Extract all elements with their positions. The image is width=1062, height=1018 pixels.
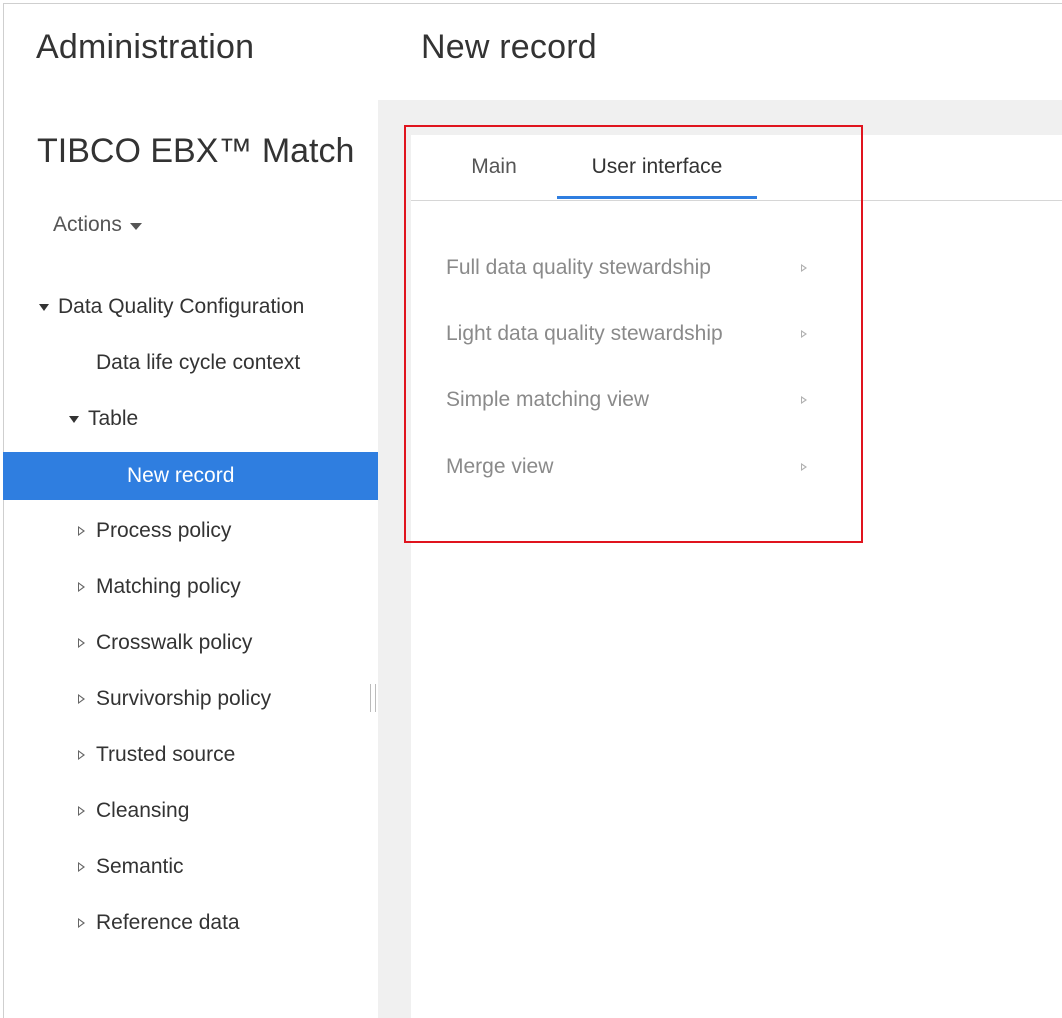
content-area: Main User interface Full data quality st… [378, 100, 1062, 1018]
tree-item-new-record[interactable]: New record [3, 452, 378, 500]
tree-item-matching-policy[interactable]: Matching policy [3, 563, 378, 611]
tree-item-data-quality-configuration[interactable]: Data Quality Configuration [3, 283, 378, 331]
expanded-triangle-icon[interactable] [39, 303, 49, 311]
caret-down-icon [129, 222, 142, 230]
collapsed-triangle-icon[interactable] [78, 694, 85, 704]
ui-item-light-data-quality-stewardship[interactable]: Light data quality stewardship [446, 314, 826, 354]
tree-item-label: Reference data [96, 911, 240, 934]
collapsed-triangle-icon[interactable] [78, 582, 85, 592]
tree-item-reference-data[interactable]: Reference data [3, 899, 378, 947]
tab-main[interactable]: Main [441, 155, 547, 199]
collapsed-triangle-icon[interactable] [78, 526, 85, 536]
ui-item-label: Full data quality stewardship [446, 256, 711, 279]
sidebar-resize-handle[interactable] [370, 684, 376, 712]
tree-item-survivorship-policy[interactable]: Survivorship policy [3, 675, 378, 723]
tree-item-semantic[interactable]: Semantic [3, 843, 378, 891]
tree-item-trusted-source[interactable]: Trusted source [3, 731, 378, 779]
app-name: TIBCO EBX™ Match [37, 132, 355, 170]
collapsed-triangle-icon[interactable] [78, 806, 85, 816]
ui-item-label: Merge view [446, 455, 554, 478]
tab-user-interface[interactable]: User interface [557, 155, 757, 199]
section-title: Administration [36, 28, 255, 66]
record-form-panel: Main User interface Full data quality st… [411, 135, 1062, 1018]
tree-item-label: Data Quality Configuration [58, 295, 305, 318]
collapsed-triangle-icon[interactable] [78, 638, 85, 648]
tree-item-label: Trusted source [96, 743, 236, 766]
tree-item-label: Crosswalk policy [96, 631, 253, 654]
tab-bar: Main User interface [411, 135, 1062, 201]
ui-item-full-data-quality-stewardship[interactable]: Full data quality stewardship [446, 248, 826, 288]
tree-item-label: Table [88, 407, 139, 430]
tree-item-data-life-cycle-context[interactable]: Data life cycle context [3, 339, 378, 387]
tree-item-table[interactable]: Table [3, 395, 378, 443]
collapsed-triangle-icon[interactable] [78, 750, 85, 760]
ui-item-label: Light data quality stewardship [446, 322, 723, 345]
page-title: New record [421, 28, 597, 66]
tree-item-label: New record [127, 464, 235, 487]
collapsed-triangle-icon[interactable] [78, 918, 85, 928]
ui-item-simple-matching-view[interactable]: Simple matching view [446, 380, 826, 420]
tree-item-label: Cleansing [96, 799, 190, 822]
collapsed-triangle-icon[interactable] [78, 862, 85, 872]
ui-item-merge-view[interactable]: Merge view [446, 447, 826, 487]
tree-item-label: Semantic [96, 855, 184, 878]
tree-item-process-policy[interactable]: Process policy [3, 507, 378, 555]
tree-item-label: Matching policy [96, 575, 241, 598]
sidebar: TIBCO EBX™ Match Actions Data Quality Co… [3, 100, 378, 1018]
tree-item-label: Survivorship policy [96, 687, 272, 710]
expand-arrow-icon[interactable] [801, 463, 807, 471]
actions-menu-button[interactable]: Actions [53, 213, 142, 237]
tree-item-cleansing[interactable]: Cleansing [3, 787, 378, 835]
tree-item-crosswalk-policy[interactable]: Crosswalk policy [3, 619, 378, 667]
expand-arrow-icon[interactable] [801, 330, 807, 338]
expanded-triangle-icon[interactable] [69, 415, 79, 423]
expand-arrow-icon[interactable] [801, 396, 807, 404]
tree-item-label: Data life cycle context [96, 351, 301, 374]
actions-label: Actions [53, 213, 122, 236]
ui-item-label: Simple matching view [446, 388, 650, 411]
expand-arrow-icon[interactable] [801, 264, 807, 272]
tree-item-label: Process policy [96, 519, 232, 542]
